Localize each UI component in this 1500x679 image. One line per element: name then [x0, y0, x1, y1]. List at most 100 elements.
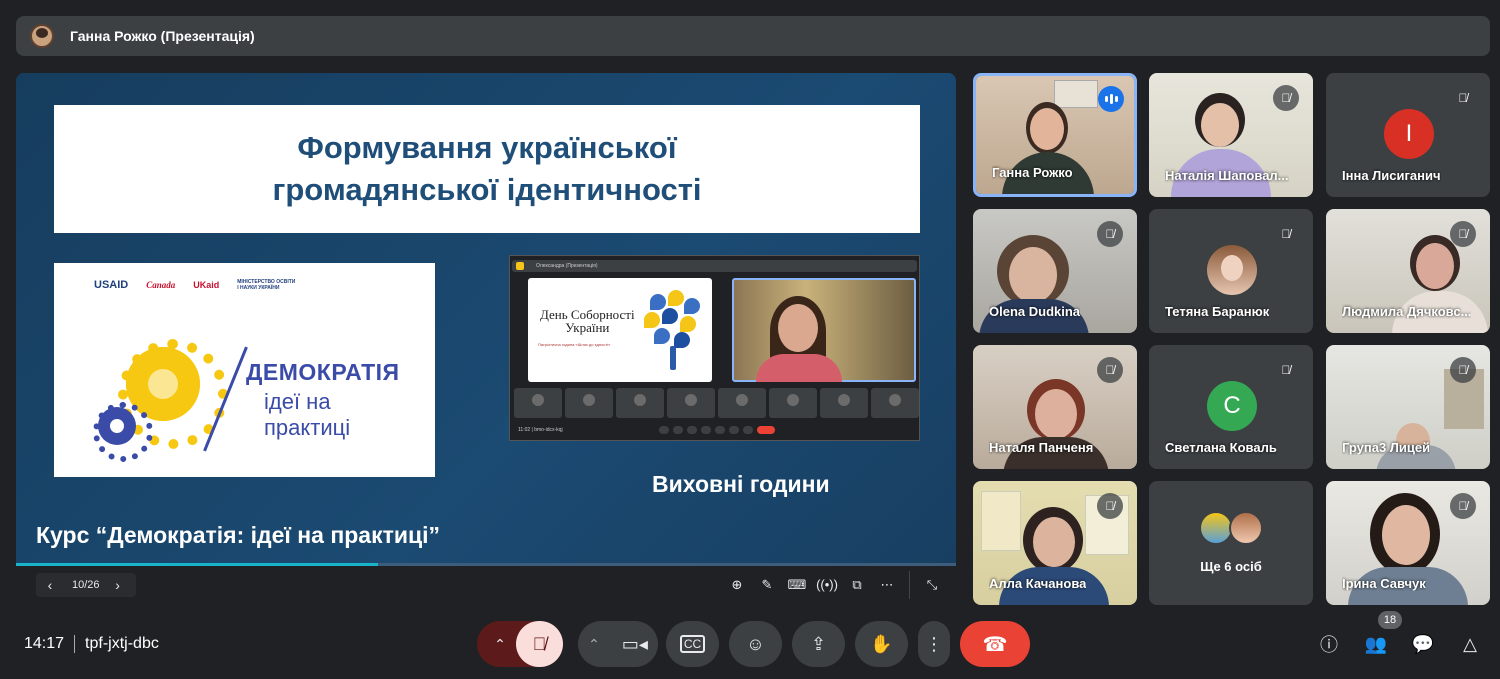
- participant-face: [1382, 505, 1430, 565]
- participant-face: [1201, 103, 1239, 147]
- mic-off-icon: 🎙̸: [1097, 221, 1123, 247]
- participant-tile[interactable]: 🎙̸ Наталія Шаповал...: [1149, 73, 1313, 197]
- presentation-controls: ‹ 10/26 › ⊕ ✎ ⌨ ((•)) ⧉ ⋯ ⤡: [16, 566, 956, 603]
- inner-slide-subtitle: Патріотична година «Шлях до єдності»: [538, 342, 611, 347]
- hands-tree-icon: [640, 288, 706, 372]
- inner-speaker-video: [732, 278, 916, 382]
- more-participants-tile[interactable]: Ще 6 осіб: [1149, 481, 1313, 605]
- meeting-details-button[interactable]: ⓘ: [1313, 628, 1345, 660]
- participant-avatar: C: [1207, 381, 1257, 431]
- participant-name: Olena Dudkina: [989, 304, 1081, 319]
- sponsor-logos: USAID Canada UKaid МІНІСТЕРСТВО ОСВІТИ І…: [94, 279, 297, 291]
- democracy-title: ДЕМОКРАТІЯ: [246, 359, 400, 385]
- info-icon: ⓘ: [1320, 635, 1338, 655]
- participant-name: Светлана Коваль: [1165, 440, 1277, 455]
- pip-icon[interactable]: ⧉: [843, 573, 871, 597]
- mic-toggle-button[interactable]: 🎙̸: [516, 621, 563, 667]
- participant-face: [1416, 243, 1454, 289]
- participant-name: Ірина Савчук: [1342, 576, 1426, 591]
- broadcast-icon[interactable]: ((•)): [813, 573, 841, 597]
- participant-name: Тетяна Баранюк: [1165, 304, 1270, 319]
- chevron-up-icon: ⌃: [588, 635, 600, 652]
- leave-call-button[interactable]: ☎: [960, 621, 1030, 667]
- more-participants-avatars: [1199, 511, 1263, 545]
- toolbar-divider: [909, 570, 910, 599]
- slide-title: Формування української громадянської іде…: [272, 129, 702, 207]
- more-vert-icon: ⋮: [925, 633, 943, 654]
- participant-name: Наталія Шаповал...: [1165, 168, 1289, 183]
- slide: Формування української громадянської іде…: [16, 73, 956, 563]
- people-button[interactable]: 👥: [1360, 628, 1392, 660]
- participant-name: Алла Качанова: [989, 576, 1087, 591]
- chat-icon: 💬: [1411, 633, 1435, 654]
- ukaid-logo: UKaid: [193, 280, 220, 290]
- participant-tile[interactable]: C 🎙̸ Светлана Коваль: [1149, 345, 1313, 469]
- participant-count-badge: 18: [1378, 611, 1402, 629]
- inner-control-bar: 11:02 | bmo-idcx-kqj: [514, 424, 916, 436]
- zoom-in-icon[interactable]: ⊕: [723, 573, 751, 597]
- chevron-right-icon[interactable]: ›: [104, 573, 132, 597]
- more-options-button[interactable]: ⋮: [918, 621, 950, 667]
- meeting-info: 14:17 tpf-jxtj-dbc: [24, 635, 159, 653]
- presenter-bar: Ганна Рожко (Презентація): [16, 16, 1490, 56]
- participant-name: Наталя Панченя: [989, 440, 1094, 455]
- activities-button[interactable]: △: [1454, 628, 1486, 660]
- participant-tile[interactable]: І 🎙̸ Інна Лисиганич: [1326, 73, 1490, 197]
- mic-off-icon: 🎙̸: [1450, 493, 1476, 519]
- mic-off-icon: 🎙̸: [1097, 357, 1123, 383]
- reactions-button[interactable]: ☺: [729, 621, 782, 667]
- presenter-title: Ганна Рожко (Презентація): [70, 28, 255, 44]
- participant-face: [1033, 517, 1075, 567]
- canada-logo: Canada: [146, 280, 176, 290]
- participant-tile[interactable]: 🎙̸ Група3 Лицей: [1326, 345, 1490, 469]
- keyboard-icon[interactable]: ⌨: [783, 573, 811, 597]
- inner-tile: [769, 388, 817, 418]
- participant-face: [1009, 247, 1057, 303]
- inner-slide: День Соборності України Патріотична годи…: [528, 278, 712, 382]
- inner-meeting-code: 11:02 | bmo-idcx-kqj: [518, 427, 563, 433]
- participant-tile[interactable]: 🎙̸ Olena Dudkina: [973, 209, 1137, 333]
- course-caption: Курс “Демократія: ідеї на практиці”: [36, 522, 441, 548]
- participant-tile[interactable]: 🎙̸ Ірина Савчук: [1326, 481, 1490, 605]
- closed-captions-icon: CC: [679, 635, 706, 653]
- participant-face: [1030, 108, 1064, 150]
- mic-off-icon: 🎙̸: [1097, 493, 1123, 519]
- educational-hours-label: Виховні години: [652, 471, 830, 497]
- raise-hand-button[interactable]: ✋: [855, 621, 908, 667]
- inner-tile: [565, 388, 613, 418]
- mic-off-icon: 🎙̸: [1450, 357, 1476, 383]
- mic-off-icon: 🎙̸: [1273, 85, 1299, 111]
- chat-button[interactable]: 💬: [1407, 628, 1439, 660]
- more-horiz-icon[interactable]: ⋯: [873, 573, 901, 597]
- inner-controls: [658, 426, 775, 434]
- participant-tile[interactable]: Ганна Рожко: [973, 73, 1137, 197]
- pen-icon[interactable]: ✎: [753, 573, 781, 597]
- more-participants-label: Ще 6 осіб: [1200, 559, 1262, 574]
- inner-speaker-face: [778, 304, 818, 352]
- inner-meeting-screenshot: Олександра (Презентація) День Соборності…: [509, 255, 920, 441]
- mic-off-icon: 🎙̸: [1450, 85, 1476, 111]
- video-options-button[interactable]: ⌃ ▭◂: [578, 621, 658, 667]
- present-button[interactable]: ⇪: [792, 621, 845, 667]
- hand-icon: ✋: [870, 633, 893, 654]
- participant-name: Інна Лисиганич: [1342, 168, 1441, 183]
- meeting-toolbar: 14:17 tpf-jxtj-dbc ⌃ 🎙̸ ⌃ ▭◂ CC ☺ ⇪ ✋ ⋮ …: [0, 610, 1500, 679]
- chevron-up-icon: ⌃: [494, 635, 506, 652]
- collapse-icon[interactable]: ⤡: [918, 573, 946, 597]
- captions-button[interactable]: CC: [666, 621, 719, 667]
- camera-icon: ▭◂: [621, 633, 648, 654]
- inner-tile: [514, 388, 562, 418]
- participant-tile[interactable]: 🎙̸ Людмила Дячковс...: [1326, 209, 1490, 333]
- mic-off-icon: 🎙̸: [1273, 221, 1299, 247]
- page-navigator: ‹ 10/26 ›: [36, 572, 136, 597]
- inner-speaker-body: [756, 354, 842, 382]
- mic-off-icon: 🎙̸: [1450, 221, 1476, 247]
- participant-avatar: [1207, 245, 1257, 295]
- chevron-left-icon[interactable]: ‹: [36, 573, 64, 597]
- presentation-area: Формування української громадянської іде…: [16, 73, 956, 603]
- participant-tile[interactable]: 🎙̸ Тетяна Баранюк: [1149, 209, 1313, 333]
- ministry-logo: МІНІСТЕРСТВО ОСВІТИ І НАУКИ УКРАЇНИ: [237, 279, 296, 291]
- democracy-logo-box: USAID Canada UKaid МІНІСТЕРСТВО ОСВІТИ І…: [54, 263, 435, 477]
- participant-tile[interactable]: 🎙̸ Наталя Панченя: [973, 345, 1137, 469]
- participant-tile[interactable]: 🎙̸ Алла Качанова: [973, 481, 1137, 605]
